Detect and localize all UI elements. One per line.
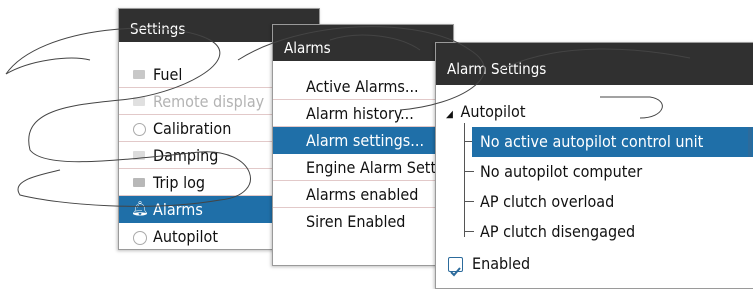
- settings-item-label: Calibration: [153, 119, 232, 138]
- settings-item-label: Trip log: [153, 173, 206, 192]
- tree-group-autopilot[interactable]: ◢ Autopilot: [436, 97, 753, 127]
- alarm-setting-label: AP clutch overload: [480, 192, 615, 211]
- alarms-item-enabled[interactable]: Alarms enabled: [273, 181, 453, 208]
- settings-item-label: Fuel: [153, 65, 183, 84]
- alarm-setting-no-control-unit[interactable]: No active autopilot control unit: [472, 127, 753, 157]
- alarm-settings-panel: Alarm Settings ◢ Autopilot No active aut…: [435, 42, 753, 289]
- settings-item-label: Autopilot: [153, 227, 218, 246]
- alarm-setting-label: No autopilot computer: [480, 162, 643, 181]
- alarm-setting-label: AP clutch disengaged: [480, 222, 636, 241]
- alarm-settings-title: Alarm Settings: [436, 43, 753, 85]
- alarms-item-label: Active Alarms...: [306, 77, 419, 96]
- enabled-checkbox[interactable]: [448, 257, 463, 277]
- fuel-icon: [133, 70, 145, 79]
- alarms-item-history[interactable]: Alarm history...: [273, 100, 453, 127]
- alarms-item-siren[interactable]: Siren Enabled: [273, 208, 453, 235]
- trip-log-icon: [133, 178, 145, 187]
- enabled-label: Enabled: [472, 254, 531, 273]
- alarms-item-engine-settings[interactable]: Engine Alarm Settings: [273, 154, 453, 181]
- remote-display-icon: [133, 97, 145, 106]
- autopilot-icon: [133, 231, 147, 245]
- settings-item-label: Damping: [153, 146, 219, 165]
- alarms-item-settings[interactable]: Alarm settings...: [273, 127, 453, 154]
- checkmark-icon: [450, 267, 461, 277]
- settings-item-label: Remote display: [153, 92, 265, 111]
- alarms-item-label: Engine Alarm Settings: [306, 158, 454, 177]
- alarm-setting-clutch-overload[interactable]: AP clutch overload: [436, 187, 753, 217]
- alarms-item-active[interactable]: Active Alarms...: [273, 73, 453, 100]
- enabled-toggle-row[interactable]: Enabled: [436, 249, 753, 279]
- alarms-title: Alarms: [273, 25, 453, 61]
- damping-icon: [133, 151, 145, 160]
- alarms-item-label: Alarm history...: [306, 104, 414, 123]
- alarm-setting-no-computer[interactable]: No autopilot computer: [436, 157, 753, 187]
- alarms-item-label: Alarms enabled: [306, 185, 419, 204]
- alarm-setting-label: No active autopilot control unit: [480, 132, 704, 151]
- alarms-item-label: Alarm settings...: [306, 131, 425, 150]
- scrollbar-thumb[interactable]: [748, 127, 752, 157]
- settings-item-label: Alarms: [153, 200, 203, 219]
- bell-icon: 🔔︎: [131, 201, 149, 217]
- expand-triangle-icon[interactable]: ◢: [446, 109, 453, 120]
- alarms-panel: Alarms Active Alarms... Alarm history...…: [272, 24, 454, 266]
- calibration-icon: [133, 123, 146, 136]
- alarm-setting-clutch-disengaged[interactable]: AP clutch disengaged: [436, 217, 753, 247]
- alarms-item-label: Siren Enabled: [306, 212, 406, 231]
- tree-group-label: Autopilot: [460, 102, 526, 121]
